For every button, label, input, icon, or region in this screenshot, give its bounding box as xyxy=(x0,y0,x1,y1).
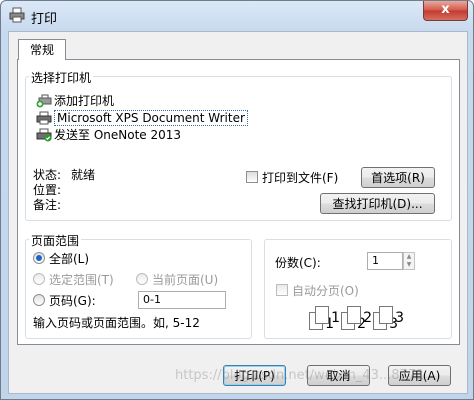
copies-input[interactable]: 1 xyxy=(367,252,403,270)
collate-page: 2 xyxy=(347,306,372,326)
page-range-title: 页面范围 xyxy=(29,232,82,249)
print-to-file-checkbox[interactable] xyxy=(246,171,258,183)
printer-list[interactable]: 添加打印机 Microsoft XPS Document Writer 发送至 … xyxy=(34,93,454,144)
add-printer-icon xyxy=(36,94,52,108)
tab-general[interactable]: 常规 xyxy=(18,39,66,60)
spin-up-icon[interactable]: ▲ xyxy=(404,253,414,261)
collate-checkbox[interactable] xyxy=(276,284,288,296)
comment-label: 备注: xyxy=(33,198,62,212)
spin-down-icon[interactable]: ▼ xyxy=(404,261,414,269)
select-printer-group: 选择打印机 添加打印机 Microsoft XPS Document Write… xyxy=(25,69,454,221)
collate-page: 1 xyxy=(315,306,340,326)
printer-item-add[interactable]: 添加打印机 xyxy=(34,93,454,110)
window-title: 打印 xyxy=(31,12,58,27)
status-value: 就绪 xyxy=(71,168,96,182)
page-range-group: 页面范围 全部(L) 选定范围(T) 当前页面(U) 页码(G): 0-1 输入… xyxy=(25,232,252,339)
pages-radio[interactable] xyxy=(33,294,45,306)
general-tab-panel: 选择打印机 添加打印机 Microsoft XPS Document Write… xyxy=(17,59,460,345)
print-dialog: 打印 x 常规 选择打印机 添加打印机 Microsoft XPS Docume… xyxy=(0,0,474,400)
pages-label[interactable]: 页码(G): xyxy=(49,292,96,309)
printer-label: Microsoft XPS Document Writer xyxy=(54,110,248,126)
all-pages-label[interactable]: 全部(L) xyxy=(49,250,89,267)
copies-label: 份数(C): xyxy=(275,256,321,270)
printer-icon xyxy=(9,7,25,23)
page-range-hint: 输入页码或页面范围。如, 5-12 xyxy=(33,316,200,330)
collate-page: 3 xyxy=(379,306,404,326)
collate-label[interactable]: 自动分页(O) xyxy=(292,282,359,299)
select-printer-title: 选择打印机 xyxy=(29,69,94,86)
all-pages-radio[interactable] xyxy=(33,252,45,264)
pages-input[interactable]: 0-1 xyxy=(138,291,226,309)
selection-label[interactable]: 选定范围(T) xyxy=(49,271,114,288)
printer-label: 添加打印机 xyxy=(54,94,115,108)
printer-item-onenote[interactable]: 发送至 OneNote 2013 xyxy=(34,127,454,144)
current-page-radio[interactable] xyxy=(136,273,148,285)
copies-group: 份数(C): 1 ▲ ▼ 自动分页(O) 1 1 2 2 3 3 xyxy=(264,239,452,339)
selection-radio[interactable] xyxy=(33,273,45,285)
preferences-button[interactable]: 首选项(R) xyxy=(361,167,435,188)
print-to-file-label[interactable]: 打印到文件(F) xyxy=(262,169,338,186)
printer-label: 发送至 OneNote 2013 xyxy=(54,128,182,142)
title-bar[interactable]: 打印 x xyxy=(1,1,473,31)
printer-icon xyxy=(36,111,52,125)
copies-spinner[interactable]: ▲ ▼ xyxy=(403,252,415,270)
current-page-label[interactable]: 当前页面(U) xyxy=(152,271,218,288)
printer-default-icon xyxy=(36,128,52,142)
dialog-client: 常规 选择打印机 添加打印机 Microsoft XPS Document Wr… xyxy=(8,31,468,394)
find-printer-button[interactable]: 查找打印机(D)... xyxy=(320,193,435,214)
printer-item-xps[interactable]: Microsoft XPS Document Writer xyxy=(34,110,454,127)
close-button[interactable]: x xyxy=(423,1,468,21)
watermark: https://blog.csdn.net/weixin_43...8771 xyxy=(175,368,425,383)
